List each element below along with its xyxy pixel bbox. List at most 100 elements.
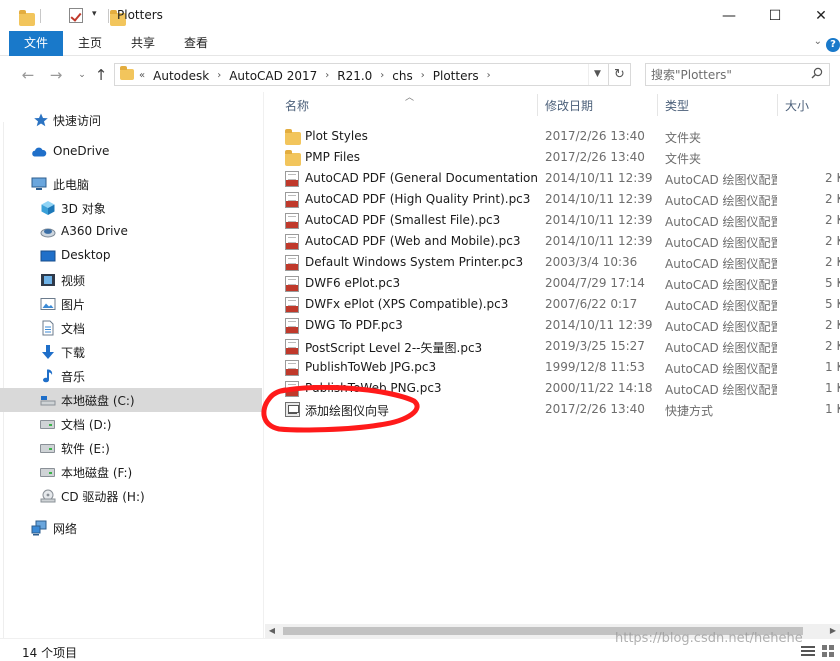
help-button[interactable]: ? <box>826 38 840 52</box>
tab-share[interactable]: 共享 <box>123 31 163 56</box>
recent-locations-chevron-icon[interactable]: ⌄ <box>72 65 92 85</box>
sidebar-item-network[interactable]: 网络 <box>0 516 262 540</box>
table-row[interactable]: PublishToWeb JPG.pc3 1999/12/8 11:53 AutoC… <box>279 357 840 378</box>
sidebar-item-label: 网络 <box>53 522 78 536</box>
sidebar-item-downloads[interactable]: 下载 <box>0 340 262 364</box>
table-row[interactable]: Default Windows System Printer.pc3 2003/3… <box>279 252 840 273</box>
plotter-config-file-icon <box>285 171 301 187</box>
table-row[interactable]: AutoCAD PDF (Smallest File).pc3 2014/10/1… <box>279 210 840 231</box>
tab-view[interactable]: 查看 <box>176 31 216 56</box>
a360-icon <box>40 228 56 238</box>
desktop-icon <box>40 250 56 262</box>
breadcrumb-item[interactable]: Autodesk <box>149 69 213 83</box>
file-date: 2003/3/4 10:36 <box>545 255 638 269</box>
breadcrumb-item[interactable]: Plotters <box>429 69 483 83</box>
table-row[interactable]: PostScript Level 2--矢量图.pc3 2019/3/25 15:… <box>279 336 840 357</box>
sidebar-item-label: 图片 <box>61 298 86 312</box>
plotter-config-file-icon <box>285 276 301 292</box>
table-row[interactable]: AutoCAD PDF (High Quality Print).pc3 2014… <box>279 189 840 210</box>
sidebar-item-onedrive[interactable]: OneDrive <box>0 140 262 164</box>
address-dropdown-icon[interactable]: ▼ <box>588 64 606 85</box>
file-type: AutoCAD 绘图仪配置 <box>665 257 777 271</box>
sidebar-item-a360-drive[interactable]: A360 Drive <box>0 220 262 244</box>
minimize-button[interactable]: — <box>706 0 752 31</box>
table-row[interactable]: DWFx ePlot (XPS Compatible).pc3 2007/6/22… <box>279 294 840 315</box>
sidebar-item-quick-access[interactable]: 快速访问 <box>0 108 262 132</box>
file-date: 2017/2/26 13:40 <box>545 402 645 416</box>
plotter-config-file-icon <box>285 318 301 334</box>
breadcrumb-item[interactable]: AutoCAD 2017 <box>225 69 321 83</box>
sidebar-item-music[interactable]: 音乐 <box>0 364 262 388</box>
column-divider[interactable] <box>657 94 658 116</box>
chevron-right-icon[interactable]: › <box>213 70 225 81</box>
sidebar-item-drive-e[interactable]: 软件 (E:) <box>0 436 262 460</box>
sidebar-item-drive-d[interactable]: 文档 (D:) <box>0 412 262 436</box>
file-name: Default Windows System Printer.pc3 <box>305 255 524 269</box>
file-type: 文件夹 <box>665 131 702 145</box>
file-name: DWFx ePlot (XPS Compatible).pc3 <box>305 297 509 311</box>
column-header-name[interactable]: 名称 <box>279 92 537 120</box>
sidebar-item-local-disk-c[interactable]: 本地磁盘 (C:) <box>0 388 262 412</box>
sidebar-item-label: 3D 对象 <box>61 202 106 216</box>
forward-arrow-icon[interactable]: → <box>46 65 66 85</box>
sidebar-item-label: 视频 <box>61 274 86 288</box>
search-icon[interactable] <box>811 67 823 79</box>
breadcrumb-item[interactable]: chs <box>388 69 416 83</box>
table-row[interactable]: DWF6 ePlot.pc3 2004/7/29 17:14 AutoCAD 绘图仪… <box>279 273 840 294</box>
sidebar-item-label: A360 Drive <box>61 224 128 238</box>
sidebar-item-pictures[interactable]: 图片 <box>0 292 262 316</box>
table-row[interactable]: DWG To PDF.pc3 2014/10/11 12:39 AutoCAD 绘图… <box>279 315 840 336</box>
sidebar-item-documents[interactable]: 文档 <box>0 316 262 340</box>
address-bar[interactable]: « Autodesk › AutoCAD 2017 › R21.0 › chs … <box>114 63 631 86</box>
sidebar-item-cd-drive-h[interactable]: CD 驱动器 (H:) <box>0 484 262 508</box>
tab-home[interactable]: 主页 <box>70 31 110 56</box>
video-icon <box>41 274 55 286</box>
file-name: PostScript Level 2--矢量图.pc3 <box>305 341 483 355</box>
sidebar-item-3d-objects[interactable]: 3D 对象 <box>0 196 262 220</box>
file-type: 文件夹 <box>665 152 702 166</box>
search-input[interactable] <box>651 66 801 83</box>
breadcrumb-item[interactable]: R21.0 <box>333 69 376 83</box>
search-box[interactable] <box>645 63 830 86</box>
table-row[interactable]: Plot Styles 2017/2/26 13:40 文件夹 <box>279 126 840 147</box>
maximize-button[interactable]: ☐ <box>752 0 798 31</box>
table-row[interactable]: PMP Files 2017/2/26 13:40 文件夹 <box>279 147 840 168</box>
refresh-icon[interactable]: ↻ <box>608 64 630 85</box>
properties-icon[interactable] <box>68 8 83 23</box>
file-type: AutoCAD 绘图仪配置 <box>665 278 777 292</box>
column-divider[interactable] <box>537 94 538 116</box>
close-button[interactable]: ✕ <box>798 0 840 31</box>
column-header-size[interactable]: 大小 <box>779 92 839 120</box>
quick-access-dropdown-icon[interactable]: ▾ <box>92 9 97 25</box>
breadcrumb-overflow[interactable]: « <box>139 70 149 81</box>
back-arrow-icon[interactable]: ← <box>18 65 38 85</box>
column-divider[interactable] <box>777 94 778 116</box>
chevron-right-icon[interactable]: › <box>417 70 429 81</box>
scroll-right-icon[interactable]: ▶ <box>826 624 840 638</box>
sidebar-item-this-pc[interactable]: 此电脑 <box>0 172 262 196</box>
sidebar-item-label: 软件 (E:) <box>61 442 110 456</box>
cd-drive-icon <box>40 489 56 503</box>
table-row[interactable]: AutoCAD PDF (General Documentation).pc3 2… <box>279 168 840 189</box>
sidebar-item-videos[interactable]: 视频 <box>0 268 262 292</box>
sidebar-item-desktop[interactable]: Desktop <box>0 244 262 268</box>
file-date: 2019/3/25 15:27 <box>545 339 645 353</box>
up-arrow-icon[interactable]: ↑ <box>91 65 111 85</box>
sidebar-item-drive-f[interactable]: 本地磁盘 (F:) <box>0 460 262 484</box>
plotter-config-file-icon <box>285 234 301 250</box>
chevron-right-icon[interactable]: › <box>321 70 333 81</box>
window-title: Plotters <box>117 8 163 22</box>
chevron-down-icon[interactable]: ⌄ <box>814 36 822 47</box>
folder-icon <box>120 66 134 80</box>
file-name: AutoCAD PDF (Smallest File).pc3 <box>305 213 501 227</box>
column-header-type[interactable]: 类型 <box>659 92 777 120</box>
tab-file[interactable]: 文件 <box>9 31 63 56</box>
table-row[interactable]: AutoCAD PDF (Web and Mobile).pc3 2014/10/… <box>279 231 840 252</box>
chevron-right-icon[interactable]: › <box>376 70 388 81</box>
large-icons-view-icon[interactable] <box>820 643 836 659</box>
file-type: AutoCAD 绘图仪配置 <box>665 320 777 334</box>
music-icon <box>43 369 53 383</box>
scroll-left-icon[interactable]: ◀ <box>265 624 279 638</box>
column-header-date[interactable]: 修改日期 <box>539 92 657 120</box>
chevron-right-icon[interactable]: › <box>483 70 495 81</box>
